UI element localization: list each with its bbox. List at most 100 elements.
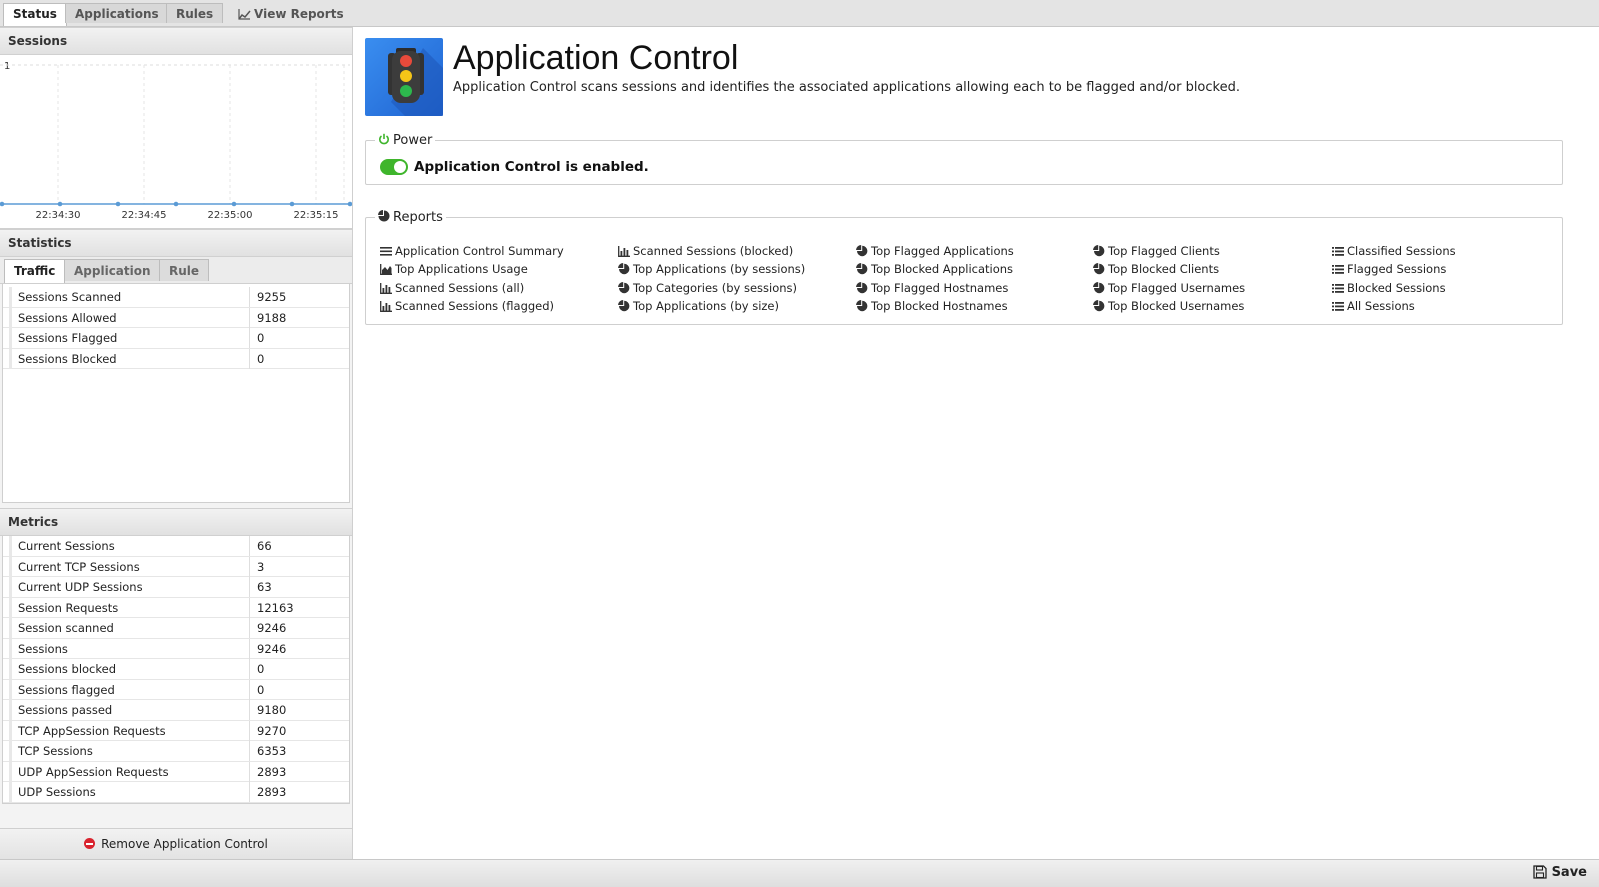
report-link-label: Top Flagged Clients — [1108, 244, 1220, 258]
report-link[interactable]: Top Blocked Applications — [856, 262, 1013, 276]
metric-value: 0 — [249, 659, 264, 679]
bar-chart-icon — [618, 244, 633, 258]
metric-key: Session Requests — [9, 597, 118, 618]
subtab-rule[interactable]: Rule — [159, 259, 210, 281]
subtab-application[interactable]: Application — [64, 259, 161, 281]
save-label: Save — [1551, 865, 1587, 880]
table-row: TCP Sessions 6353 — [3, 741, 349, 762]
y-axis-top-label: 1 — [4, 61, 10, 72]
report-link[interactable]: Classified Sessions — [1332, 244, 1456, 258]
metric-value: 9246 — [249, 618, 286, 638]
report-link-label: Scanned Sessions (flagged) — [395, 299, 555, 313]
sessions-chart-svg: 1 22:34:30 22:34:45 22:35:00 22:35:15 — [0, 61, 352, 221]
reports-legend: Reports — [375, 210, 446, 225]
report-link[interactable]: Top Blocked Hostnames — [856, 299, 1008, 313]
power-icon — [379, 133, 389, 145]
metric-key: Current Sessions — [9, 536, 115, 556]
power-toggle[interactable] — [380, 159, 408, 175]
report-link[interactable]: All Sessions — [1332, 299, 1415, 313]
table-row: Sessions flagged 0 — [3, 679, 349, 700]
report-link[interactable]: Blocked Sessions — [1332, 281, 1446, 295]
save-icon — [1532, 865, 1547, 879]
top-tab-bar: Status Applications Rules View Reports — [0, 0, 1599, 27]
table-row: UDP Sessions 2893 — [3, 782, 349, 803]
save-button[interactable]: Save — [1532, 864, 1587, 882]
metric-value: 66 — [249, 536, 272, 556]
table-row: Sessions blocked 0 — [3, 659, 349, 680]
metric-key: Current UDP Sessions — [9, 577, 143, 597]
tab-view-reports[interactable]: View Reports — [228, 3, 354, 23]
stat-value: 9255 — [249, 287, 286, 307]
report-link-label: Top Flagged Hostnames — [871, 281, 1009, 295]
report-link[interactable]: Top Flagged Usernames — [1093, 281, 1245, 295]
tab-status[interactable]: Status — [3, 3, 67, 26]
pie-chart-icon — [618, 299, 633, 313]
pie-chart-icon — [1093, 281, 1108, 295]
sessions-panel-title: Sessions — [0, 27, 352, 55]
stat-key: Sessions Blocked — [9, 348, 117, 369]
metric-value: 63 — [249, 577, 272, 597]
report-link[interactable]: Top Flagged Applications — [856, 244, 1014, 258]
report-link[interactable]: Application Control Summary — [380, 244, 564, 258]
pie-chart-icon — [1093, 262, 1108, 276]
traffic-light-icon — [365, 38, 443, 116]
report-link[interactable]: Top Flagged Hostnames — [856, 281, 1008, 295]
app-title: Application Control — [453, 39, 739, 77]
table-list-icon — [1332, 299, 1347, 313]
metric-key: UDP Sessions — [9, 782, 96, 802]
report-link[interactable]: Top Blocked Clients — [1093, 262, 1219, 276]
report-link-label: Top Flagged Usernames — [1108, 281, 1246, 295]
statistics-panel-title: Statistics — [0, 229, 352, 257]
table-row: Sessions 9246 — [3, 638, 349, 659]
report-link[interactable]: Top Flagged Clients — [1093, 244, 1220, 258]
table-row: Sessions Blocked 0 — [3, 348, 349, 369]
table-row: Sessions Allowed 9188 — [3, 307, 349, 328]
report-link-label: Top Applications (by size) — [633, 299, 779, 313]
report-link[interactable]: Flagged Sessions — [1332, 262, 1446, 276]
stat-value: 9188 — [249, 307, 286, 328]
pie-chart-icon — [856, 299, 871, 313]
line-chart-icon — [238, 9, 251, 20]
metric-key: UDP AppSession Requests — [9, 761, 169, 782]
metric-key: Sessions passed — [9, 700, 112, 720]
report-link-label: Top Flagged Applications — [871, 244, 1014, 258]
x-tick-label: 22:34:30 — [36, 210, 81, 221]
metric-key: Session scanned — [9, 618, 114, 638]
table-list-icon — [1332, 262, 1347, 276]
statistics-grid: Sessions Scanned 9255 Sessions Allowed 918… — [2, 284, 350, 503]
main-content: Application Control Application Control … — [353, 27, 1599, 859]
report-link[interactable]: Top Applications (by size) — [618, 299, 779, 313]
report-link-label: Top Blocked Applications — [871, 262, 1014, 276]
data-point — [0, 201, 5, 207]
metric-key: Sessions blocked — [9, 659, 116, 679]
x-tick-label: 22:35:15 — [294, 210, 339, 221]
tab-view-reports-label: View Reports — [254, 7, 344, 21]
pie-chart-icon — [618, 281, 633, 295]
report-link[interactable]: Top Applications Usage — [380, 262, 528, 276]
report-link[interactable]: Scanned Sessions (all) — [380, 281, 524, 295]
pie-chart-icon — [618, 262, 633, 276]
remove-app-button[interactable]: Remove Application Control — [0, 828, 352, 859]
report-link[interactable]: Top Categories (by sessions) — [618, 281, 797, 295]
stat-value: 0 — [249, 348, 264, 369]
report-link[interactable]: Top Blocked Usernames — [1093, 299, 1244, 313]
subtab-traffic[interactable]: Traffic — [4, 259, 66, 283]
statistics-subtabs: Traffic Application Rule — [0, 257, 352, 284]
pie-chart-icon — [1093, 299, 1108, 313]
metric-key: Sessions — [9, 638, 68, 659]
report-link[interactable]: Scanned Sessions (blocked) — [618, 244, 793, 258]
tab-applications[interactable]: Applications — [65, 3, 169, 23]
power-legend-label: Power — [393, 133, 433, 148]
metric-value: 3 — [249, 556, 264, 577]
power-status-text: Application Control is enabled. — [414, 159, 649, 175]
tab-rules[interactable]: Rules — [166, 3, 224, 23]
report-link[interactable]: Top Applications (by sessions) — [618, 262, 805, 276]
metric-key: TCP AppSession Requests — [9, 720, 166, 741]
list-icon — [380, 244, 395, 258]
remove-app-label: Remove Application Control — [101, 837, 268, 851]
table-row: Sessions Scanned 9255 — [3, 287, 349, 308]
report-link[interactable]: Scanned Sessions (flagged) — [380, 299, 554, 313]
report-link-label: Application Control Summary — [395, 244, 564, 258]
report-link-label: Top Applications (by sessions) — [633, 262, 806, 276]
metric-value: 6353 — [249, 741, 286, 761]
